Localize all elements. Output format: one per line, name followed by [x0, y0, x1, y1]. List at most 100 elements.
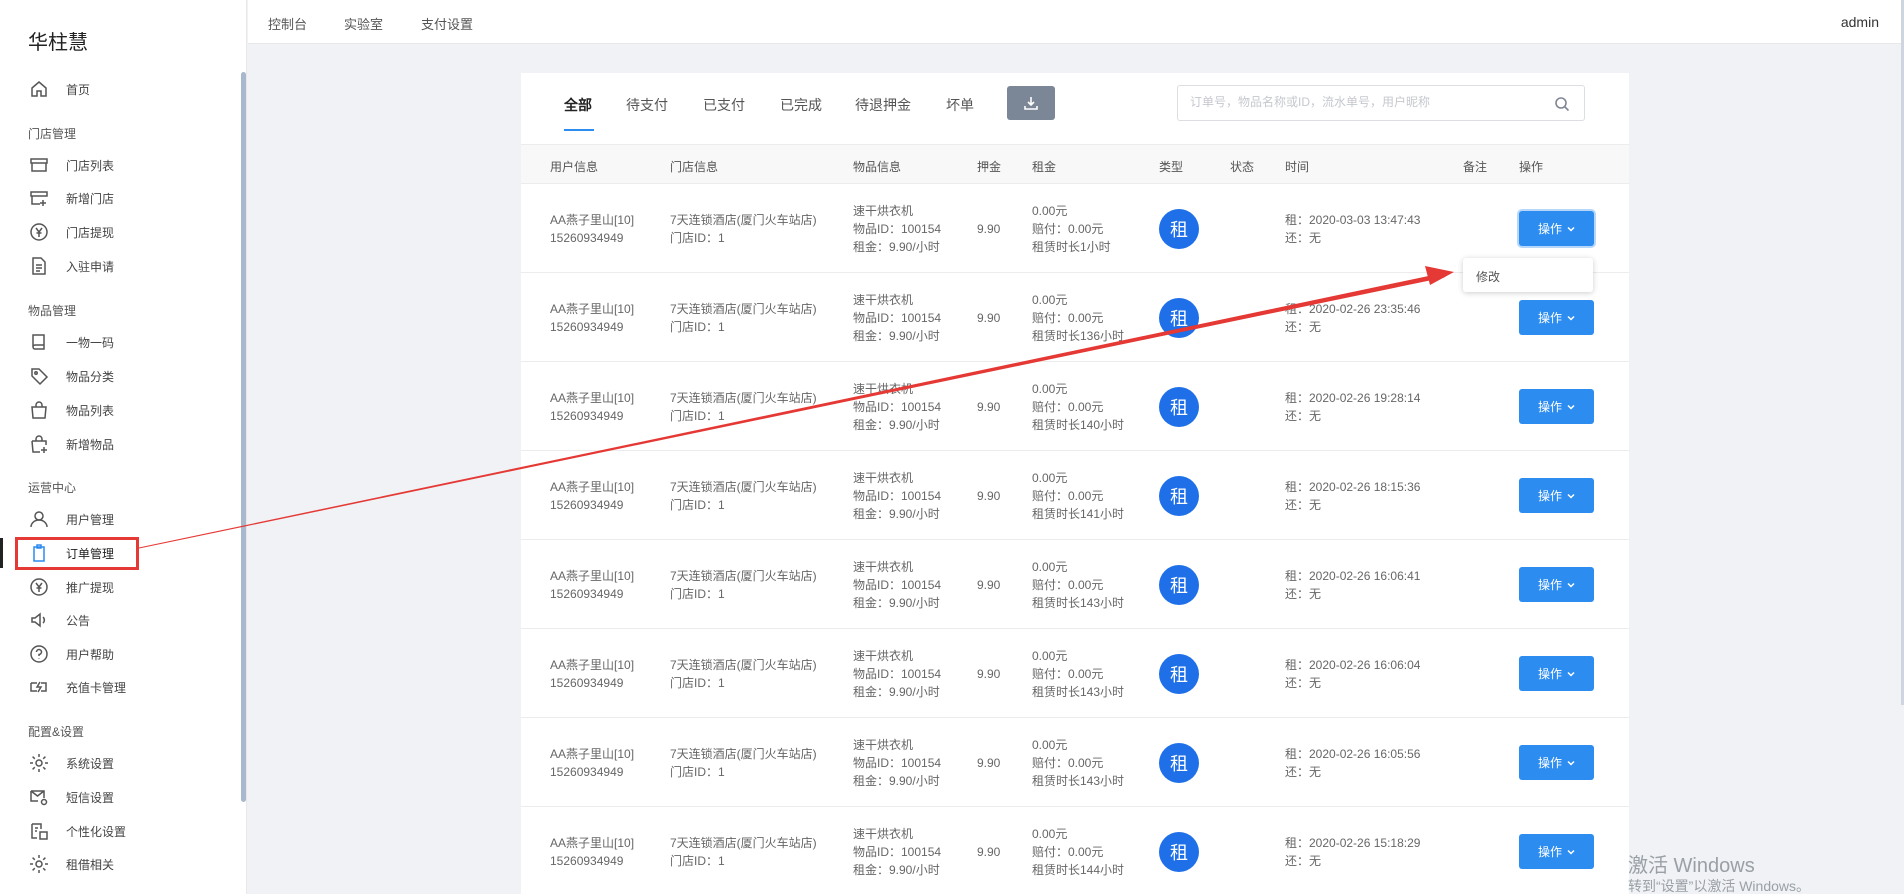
sidebar-item-user-help[interactable]: 用户帮助: [28, 639, 114, 669]
user-name: AA燕子里山[10]: [550, 569, 635, 583]
operation-button[interactable]: 操作: [1519, 389, 1594, 424]
sidebar-item-label: 用户帮助: [66, 647, 115, 662]
sidebar-item-label: 一物一码: [66, 335, 115, 350]
column-header: 操作: [1519, 160, 1544, 174]
user-icon: [28, 508, 50, 530]
deposit-cell: 9.90: [977, 398, 1000, 416]
charge-card-icon: [28, 676, 50, 698]
sidebar-item-announcement[interactable]: 公告: [28, 605, 90, 635]
sidebar-item-store-list[interactable]: 门店列表: [28, 150, 114, 180]
topnav-payment-settings[interactable]: 支付设置: [421, 14, 473, 33]
sidebar-item-add-item[interactable]: 新增物品: [28, 429, 114, 459]
speaker-icon: [28, 609, 50, 631]
item-rent-rate: 租金：9.90/小时: [853, 240, 940, 254]
user-info-cell: AA燕子里山[10] 15260934949: [550, 567, 634, 603]
store-icon: [28, 154, 50, 176]
deposit-cell: 9.90: [977, 754, 1000, 772]
rent-duration: 租赁时长143小时: [1032, 685, 1125, 699]
book-icon: [28, 331, 50, 353]
sidebar-item-label: 租借相关: [66, 857, 115, 872]
sidebar-item-join-apply[interactable]: 入驻申请: [28, 251, 114, 281]
item-id: 物品ID：100154: [853, 578, 942, 592]
tab-bad-order[interactable]: 坏单: [946, 95, 974, 115]
type-badge: 租: [1159, 743, 1199, 783]
tab-pending-payment[interactable]: 待支付: [626, 95, 668, 115]
rent-cell: 0.00元 赔付：0.00元 租赁时长143小时: [1032, 558, 1124, 612]
sidebar-item-charge-card[interactable]: 充值卡管理: [28, 672, 126, 702]
operation-button[interactable]: 操作: [1519, 745, 1594, 780]
operation-button-label: 操作: [1537, 845, 1562, 859]
item-name: 速干烘衣机: [853, 293, 914, 307]
search-icon[interactable]: [1554, 96, 1570, 112]
user-name: AA燕子里山[10]: [550, 213, 635, 227]
store-id: 门店ID：1: [670, 409, 725, 423]
type-badge: 租: [1159, 654, 1199, 694]
operation-button[interactable]: 操作: [1519, 300, 1594, 335]
operation-dropdown-menu: 修改: [1463, 258, 1593, 292]
store-id: 门店ID：1: [670, 498, 725, 512]
time-cell: 租：2020-02-26 15:18:29 还：无: [1285, 834, 1420, 870]
sidebar-scrollbar[interactable]: [241, 72, 246, 802]
return-time: 还：无: [1285, 231, 1322, 245]
table-row: AA燕子里山[10] 15260934949 7天连锁酒店(厦门火车站店) 门店ID：…: [521, 629, 1629, 718]
sidebar-item-sms-settings[interactable]: 短信设置: [28, 782, 114, 812]
sidebar-item-item-category[interactable]: 物品分类: [28, 361, 114, 391]
tab-completed[interactable]: 已完成: [780, 95, 822, 115]
search-box[interactable]: [1177, 85, 1585, 121]
operation-button-label: 操作: [1537, 489, 1562, 503]
operation-button[interactable]: 操作: [1519, 478, 1594, 513]
download-button[interactable]: [1007, 86, 1055, 120]
sidebar-item-store-withdraw[interactable]: 门店提现: [28, 217, 114, 247]
rent-time: 租：2020-02-26 16:06:04: [1285, 658, 1421, 672]
item-id: 物品ID：100154: [853, 489, 942, 503]
time-cell: 租：2020-03-03 13:47:43 还：无: [1285, 211, 1420, 247]
store-id: 门店ID：1: [670, 765, 725, 779]
user-phone: 15260934949: [550, 587, 624, 601]
gear-icon: [28, 853, 50, 875]
store-name: 7天连锁酒店(厦门火车站店): [670, 569, 817, 583]
operation-button[interactable]: 操作: [1519, 656, 1594, 691]
sidebar-item-customize[interactable]: 个性化设置: [28, 816, 126, 846]
operation-button[interactable]: 操作: [1519, 567, 1594, 602]
sidebar-item-home[interactable]: 首页: [28, 74, 90, 104]
sidebar-item-item-list[interactable]: 物品列表: [28, 395, 114, 425]
chevron-down-icon: [1567, 759, 1575, 767]
compensation: 赔付：0.00元: [1032, 667, 1104, 681]
tab-all[interactable]: 全部: [564, 95, 592, 115]
topnav-console[interactable]: 控制台: [268, 14, 307, 33]
time-cell: 租：2020-02-26 23:35:46 还：无: [1285, 300, 1420, 336]
table-header: 用户信息 门店信息 物品信息 押金 租金 类型 状态 时间 备注 操作: [521, 144, 1629, 184]
sidebar-item-promo-withdraw[interactable]: 推广提现: [28, 572, 114, 602]
item-id: 物品ID：100154: [853, 845, 942, 859]
sidebar-item-label: 个性化设置: [66, 824, 127, 839]
rent-amount: 0.00元: [1032, 204, 1068, 218]
user-info-cell: AA燕子里山[10] 15260934949: [550, 211, 634, 247]
deposit-value: 9.90: [977, 578, 1001, 592]
sidebar-item-user-management[interactable]: 用户管理: [28, 504, 114, 534]
tab-pending-refund[interactable]: 待退押金: [855, 95, 911, 115]
tab-active-indicator: [564, 129, 594, 131]
return-time: 还：无: [1285, 854, 1322, 868]
sidebar-item-one-code[interactable]: 一物一码: [28, 327, 114, 357]
sidebar-item-add-store[interactable]: 新增门店: [28, 183, 114, 213]
sidebar-item-system-settings[interactable]: 系统设置: [28, 748, 114, 778]
store-id: 门店ID：1: [670, 854, 725, 868]
user-info-cell: AA燕子里山[10] 15260934949: [550, 300, 634, 336]
store-name: 7天连锁酒店(厦门火车站店): [670, 480, 817, 494]
deposit-value: 9.90: [977, 311, 1001, 325]
topnav-lab[interactable]: 实验室: [344, 14, 383, 33]
rent-amount: 0.00元: [1032, 827, 1068, 841]
column-header: 押金: [977, 160, 1002, 174]
user-menu[interactable]: admin: [1841, 14, 1879, 30]
sidebar-item-label: 入驻申请: [66, 259, 115, 274]
item-name: 速干烘衣机: [853, 738, 914, 752]
sidebar-item-rental[interactable]: 租借相关: [28, 849, 114, 879]
operation-button[interactable]: 操作: [1519, 211, 1594, 246]
menu-item-edit[interactable]: 修改: [1476, 268, 1500, 285]
top-bar: 控制台 实验室 支付设置 admin: [248, 0, 1904, 44]
search-input[interactable]: [1190, 95, 1540, 109]
sidebar-item-label: 物品分类: [66, 369, 115, 384]
operation-button[interactable]: 操作: [1519, 834, 1594, 869]
deposit-cell: 9.90: [977, 220, 1000, 238]
tab-paid[interactable]: 已支付: [703, 95, 745, 115]
